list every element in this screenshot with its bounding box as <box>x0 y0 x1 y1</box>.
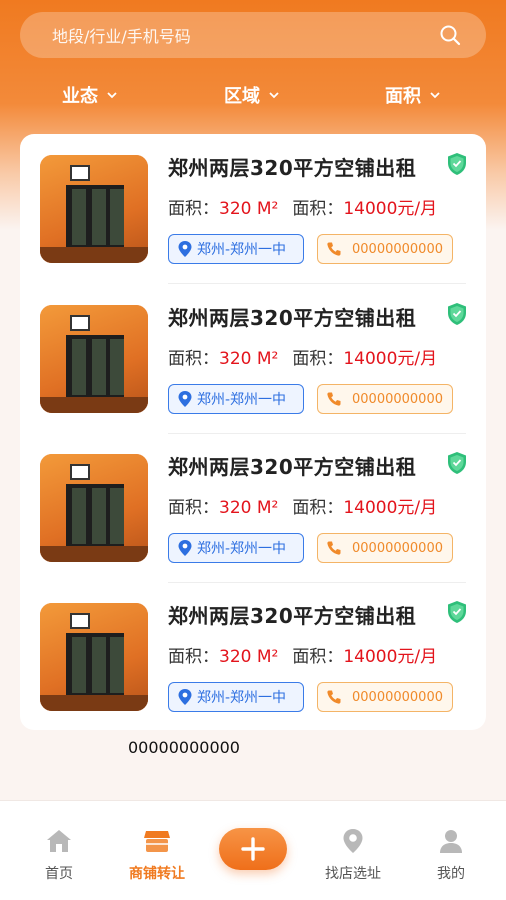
user-icon <box>440 830 462 853</box>
phone-tag[interactable]: 00000000000 <box>317 234 453 264</box>
location-tag[interactable]: 郑州-郑州一中 <box>168 682 304 712</box>
phone-icon <box>327 690 341 704</box>
rent-label: 面积： <box>292 349 344 369</box>
area-value: 320 M² <box>219 349 279 369</box>
shield-check-icon <box>448 601 466 623</box>
location-pin-icon <box>343 829 363 853</box>
location-text: 郑州-郑州一中 <box>197 541 287 557</box>
tab-shop-transfer[interactable]: 商铺转让 <box>107 801 207 900</box>
shield-check-icon <box>448 452 466 474</box>
shop-photo <box>40 603 148 711</box>
filter-business-type[interactable]: 业态 <box>62 72 118 118</box>
location-text: 郑州-郑州一中 <box>197 242 287 258</box>
chevron-down-icon <box>430 92 440 99</box>
phone-tag[interactable]: 00000000000 <box>317 533 453 563</box>
location-pin-icon <box>178 540 192 556</box>
search-bar[interactable]: 地段/行业/手机号码 <box>20 12 486 58</box>
location-pin-icon <box>178 391 192 407</box>
listing-card[interactable]: 郑州两层320平方空铺出租 面积：320 M² 面积：14000元/月 郑州-郑州… <box>20 284 486 434</box>
filter-area[interactable]: 面积 <box>385 72 441 118</box>
location-text: 郑州-郑州一中 <box>197 690 287 706</box>
filter-label: 区域 <box>224 86 260 107</box>
tab-label: 我的 <box>437 866 465 882</box>
location-text: 郑州-郑州一中 <box>197 392 287 408</box>
phone-icon <box>327 541 341 555</box>
rent-label: 面积： <box>292 647 344 667</box>
listing-meta: 面积：320 M² 面积：14000元/月 <box>168 194 437 219</box>
filter-bar: 业态 区域 面积 <box>0 72 506 118</box>
filter-label: 业态 <box>62 86 98 107</box>
listing-title: 郑州两层320平方空铺出租 <box>168 156 417 180</box>
location-pin-icon <box>178 689 192 705</box>
rent-value: 14000元/月 <box>343 349 438 369</box>
rent-value: 14000元/月 <box>343 647 438 667</box>
search-input[interactable]: 地段/行业/手机号码 <box>52 23 191 47</box>
chevron-down-icon <box>107 92 117 99</box>
home-icon <box>47 830 71 852</box>
area-label: 面积： <box>168 349 219 369</box>
tab-label: 首页 <box>45 866 73 882</box>
rent-label: 面积： <box>292 199 344 219</box>
listing-meta: 面积：320 M² 面积：14000元/月 <box>168 344 437 369</box>
phone-text: 00000000000 <box>352 540 443 556</box>
shop-photo <box>40 155 148 263</box>
area-label: 面积： <box>168 647 219 667</box>
rent-value: 14000元/月 <box>343 199 438 219</box>
chevron-down-icon <box>269 92 279 99</box>
location-tag[interactable]: 郑州-郑州一中 <box>168 533 304 563</box>
listing-card[interactable]: 郑州两层320平方空铺出租 面积：320 M² 面积：14000元/月 郑州-郑州… <box>20 582 486 732</box>
phone-tag[interactable]: 00000000000 <box>317 682 453 712</box>
area-label: 面积： <box>168 498 219 518</box>
shop-photo <box>40 305 148 413</box>
listing-list: 郑州两层320平方空铺出租 面积：320 M² 面积：14000元/月 郑州-郑州… <box>20 134 486 730</box>
tab-label: 商铺转让 <box>129 866 185 882</box>
area-value: 320 M² <box>219 498 279 518</box>
tab-find-shop[interactable]: 找店选址 <box>303 801 403 900</box>
location-pin-icon <box>178 241 192 257</box>
listing-card[interactable]: 郑州两层320平方空铺出租 面积：320 M² 面积：14000元/月 郑州-郑州… <box>20 134 486 284</box>
add-listing-button[interactable] <box>219 828 287 870</box>
listing-meta: 面积：320 M² 面积：14000元/月 <box>168 642 437 667</box>
listing-card[interactable]: 郑州两层320平方空铺出租 面积：320 M² 面积：14000元/月 郑州-郑州… <box>20 433 486 583</box>
listing-title: 郑州两层320平方空铺出租 <box>168 306 417 330</box>
shield-check-icon <box>448 153 466 175</box>
area-label: 面积： <box>168 199 219 219</box>
listing-meta: 面积：320 M² 面积：14000元/月 <box>168 493 437 518</box>
shield-check-icon <box>448 303 466 325</box>
filter-region[interactable]: 区域 <box>224 72 280 118</box>
phone-tag[interactable]: 00000000000 <box>317 384 453 414</box>
footer-text: 00000000000 <box>128 738 240 757</box>
rent-label: 面积： <box>292 498 344 518</box>
shop-photo <box>40 454 148 562</box>
listing-title: 郑州两层320平方空铺出租 <box>168 455 417 479</box>
phone-text: 00000000000 <box>352 689 443 705</box>
phone-icon <box>327 392 341 406</box>
tab-home[interactable]: 首页 <box>9 801 109 900</box>
plus-icon <box>241 837 265 861</box>
phone-text: 00000000000 <box>352 241 443 257</box>
phone-icon <box>327 242 341 256</box>
phone-text: 00000000000 <box>352 391 443 407</box>
rent-value: 14000元/月 <box>343 498 438 518</box>
location-tag[interactable]: 郑州-郑州一中 <box>168 234 304 264</box>
location-tag[interactable]: 郑州-郑州一中 <box>168 384 304 414</box>
tab-label: 找店选址 <box>325 866 381 882</box>
area-value: 320 M² <box>219 647 279 667</box>
filter-label: 面积 <box>385 86 421 107</box>
shop-icon <box>144 831 170 852</box>
search-icon[interactable] <box>438 23 462 47</box>
area-value: 320 M² <box>219 199 279 219</box>
listing-title: 郑州两层320平方空铺出租 <box>168 604 417 628</box>
tab-mine[interactable]: 我的 <box>401 801 501 900</box>
